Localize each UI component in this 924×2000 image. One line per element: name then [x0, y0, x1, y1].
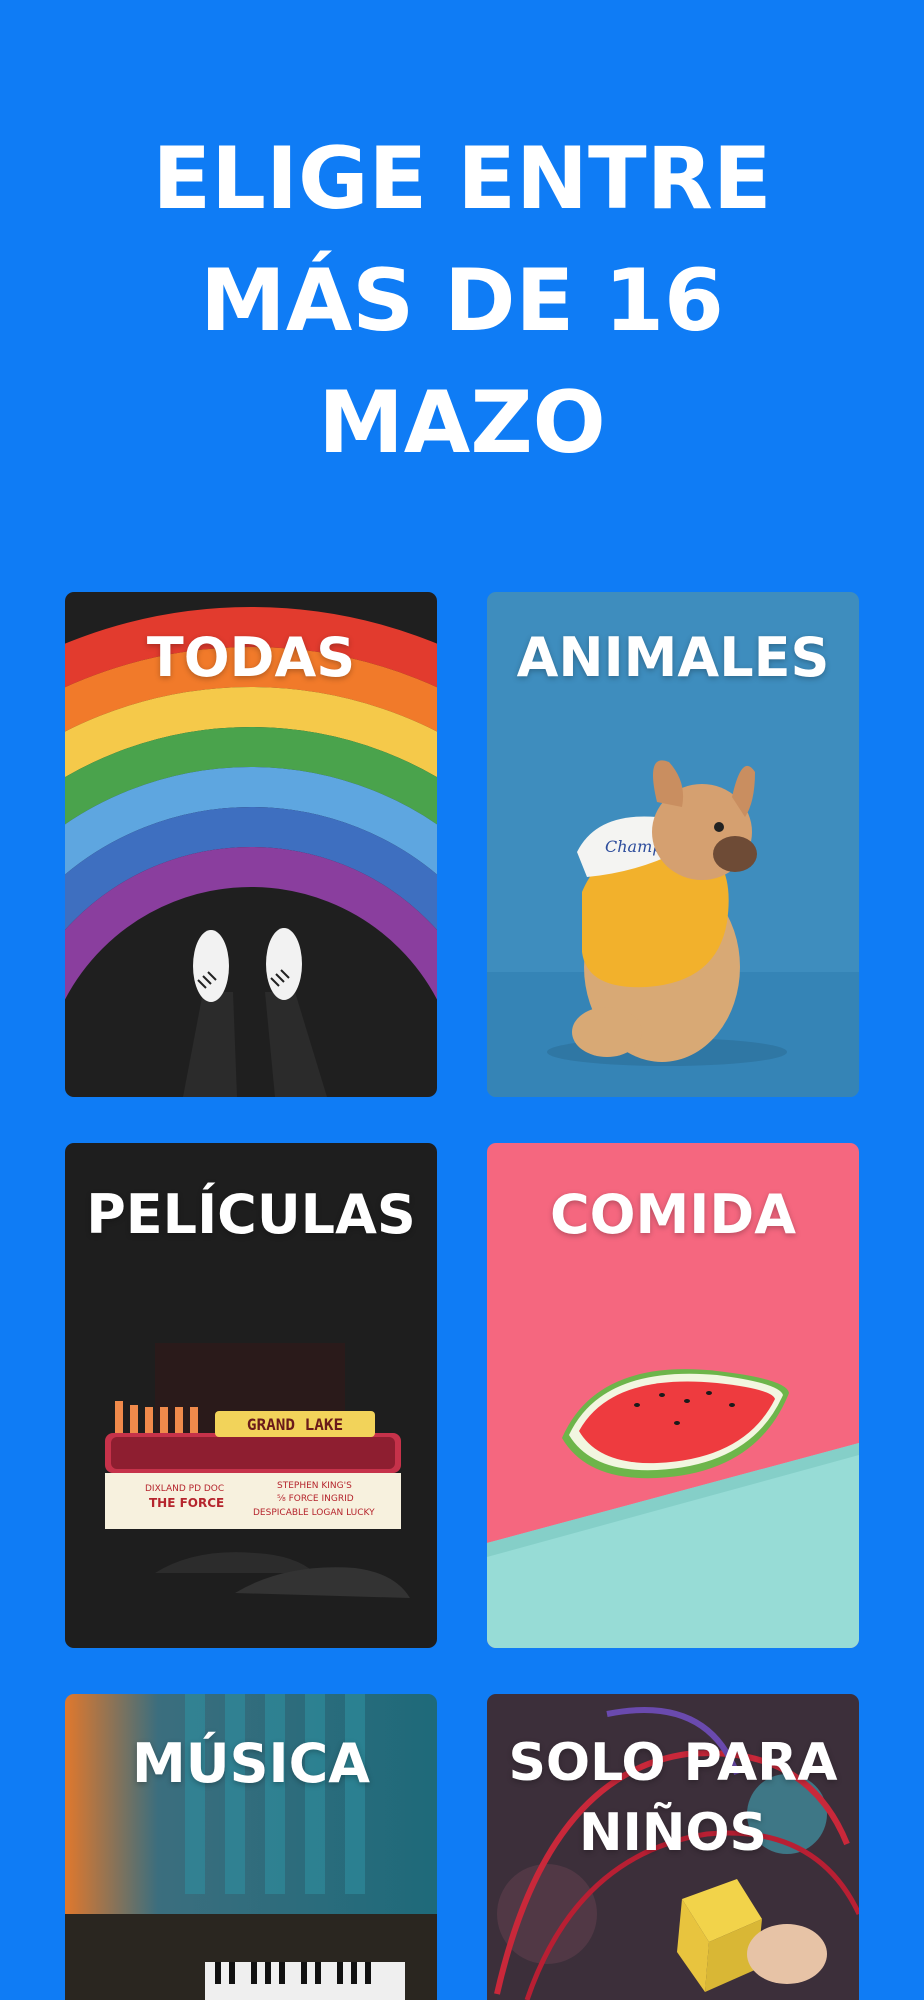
- category-card-peliculas[interactable]: GRAND LAKE DIXLAND PD DOC THE FORCE STEP…: [65, 1143, 437, 1648]
- category-label-animales: ANIMALES: [516, 626, 830, 689]
- category-label-line-2: NIÑOS: [578, 1803, 768, 1863]
- category-label-solo-para-ninos: SOLO PARA NIÑOS: [487, 1728, 859, 1868]
- headline-line-1: ELIGE ENTRE: [152, 129, 772, 229]
- category-card-todas[interactable]: TODAS: [65, 592, 437, 1097]
- category-label-musica: MÚSICA: [132, 1732, 370, 1795]
- category-card-animales[interactable]: Champion ANIMALES: [487, 592, 859, 1097]
- theater-right-line-2: ⅝ FORCE INGRID: [277, 1494, 354, 1504]
- category-label-peliculas: PELÍCULAS: [86, 1183, 416, 1246]
- category-label-todas: TODAS: [146, 626, 356, 689]
- page-headline: ELIGE ENTRE MÁS DE 16 MAZO: [0, 118, 924, 484]
- category-card-comida[interactable]: COMIDA: [487, 1143, 859, 1648]
- theater-marquee-text: GRAND LAKE: [247, 1415, 343, 1434]
- headline-line-2: MÁS DE 16: [200, 251, 724, 351]
- theater-left-line-1: DIXLAND PD DOC: [145, 1484, 224, 1494]
- theater-right-line-1: STEPHEN KING'S: [277, 1481, 352, 1491]
- category-card-solo-para-ninos[interactable]: SOLO PARA NIÑOS: [487, 1694, 859, 2000]
- category-label-line-1: SOLO PARA: [508, 1733, 838, 1793]
- theater-left-line-2: THE FORCE: [149, 1496, 224, 1510]
- category-card-musica[interactable]: MÚSICA: [65, 1694, 437, 2000]
- theater-right-line-3: DESPICABLE LOGAN LUCKY: [253, 1508, 375, 1518]
- headline-line-3: MAZO: [318, 373, 606, 473]
- category-label-comida: COMIDA: [550, 1183, 796, 1246]
